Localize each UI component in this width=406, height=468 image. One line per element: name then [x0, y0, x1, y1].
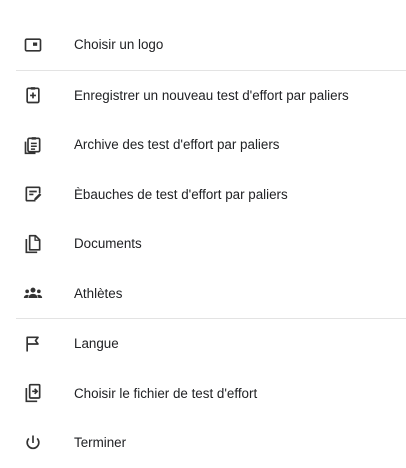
menu-item-label: Documents — [74, 236, 142, 252]
menu-item-label: Èbauches de test d'effort par paliers — [74, 186, 288, 202]
flag-icon — [22, 333, 44, 355]
navigation-menu: Choisir un logo Enregistrer un nouveau t… — [0, 0, 406, 459]
menu-item-label: Athlètes — [74, 285, 123, 301]
menu-item-label: Terminer — [74, 435, 127, 451]
menu-item-archive[interactable]: Archive des test d'effort par paliers — [0, 120, 406, 170]
menu-item-label: Choisir le fichier de test d'effort — [74, 385, 258, 401]
menu-item-language[interactable]: Langue — [0, 319, 406, 369]
file-select-icon — [22, 382, 44, 404]
menu-item-choose-file[interactable]: Choisir le fichier de test d'effort — [0, 369, 406, 419]
athletes-group-icon — [22, 282, 44, 304]
new-test-clipboard-icon — [22, 84, 44, 106]
menu-item-label: Enregistrer un nouveau test d'effort par… — [74, 87, 349, 103]
logo-icon — [22, 34, 44, 56]
menu-item-new-test[interactable]: Enregistrer un nouveau test d'effort par… — [0, 71, 406, 121]
menu-item-label: Archive des test d'effort par paliers — [74, 137, 280, 153]
documents-icon — [22, 233, 44, 255]
menu-item-choose-logo[interactable]: Choisir un logo — [0, 20, 406, 70]
power-icon — [22, 432, 44, 454]
menu-item-label: Choisir un logo — [74, 37, 164, 53]
menu-item-drafts[interactable]: Èbauches de test d'effort par paliers — [0, 170, 406, 220]
menu-item-quit[interactable]: Terminer — [0, 418, 406, 468]
draft-edit-icon — [22, 183, 44, 205]
menu-item-documents[interactable]: Documents — [0, 219, 406, 269]
archive-clipboard-icon — [22, 134, 44, 156]
menu-item-athletes[interactable]: Athlètes — [0, 269, 406, 319]
menu-item-label: Langue — [74, 336, 119, 352]
